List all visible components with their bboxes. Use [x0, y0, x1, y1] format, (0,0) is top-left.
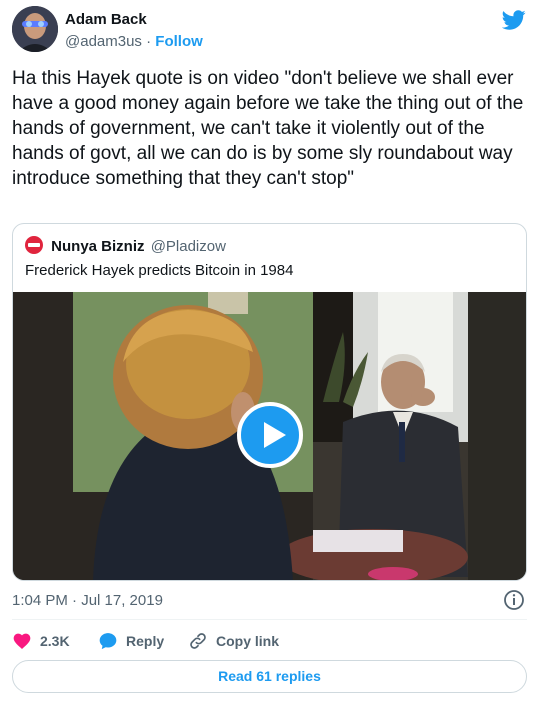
no-entry-icon — [25, 236, 43, 254]
read-replies-button[interactable]: Read 61 replies — [12, 660, 527, 693]
heart-icon — [13, 633, 31, 649]
tweet-text: Ha this Hayek quote is on video "don't b… — [12, 68, 524, 189]
quoted-author-name: Nunya Bizniz — [51, 238, 145, 255]
like-button[interactable]: 2.3K — [12, 629, 70, 653]
speech-bubble-icon — [99, 633, 117, 650]
handle-separator: · — [146, 33, 152, 50]
author-handle-row: @adam3us · Follow — [65, 33, 203, 50]
tweet-actions: 2.3K Reply Copy link — [12, 629, 527, 653]
divider — [12, 619, 527, 620]
reply-button[interactable]: Reply — [98, 629, 164, 653]
video-player[interactable] — [13, 292, 526, 580]
author-name[interactable]: Adam Back — [65, 11, 147, 28]
play-icon[interactable] — [237, 402, 303, 468]
twitter-bird-icon[interactable] — [502, 8, 526, 32]
copy-link-button[interactable]: Copy link — [188, 629, 279, 653]
tweet-timestamp[interactable]: 1:04 PM · Jul 17, 2019 — [12, 592, 163, 609]
reply-label: Reply — [126, 633, 165, 649]
author-handle[interactable]: @adam3us — [65, 33, 142, 50]
tweet-header: Adam Back @adam3us · Follow — [12, 6, 528, 58]
follow-button[interactable]: Follow — [155, 33, 203, 50]
quoted-tweet-header: Nunya Bizniz @Pladizow — [25, 236, 226, 256]
author-avatar[interactable] — [12, 6, 58, 52]
quoted-tweet-text: Frederick Hayek predicts Bitcoin in 1984 — [25, 262, 294, 279]
like-count: 2.3K — [40, 633, 70, 649]
link-icon — [190, 633, 206, 649]
info-icon[interactable] — [503, 589, 525, 611]
quoted-tweet[interactable]: Nunya Bizniz @Pladizow Frederick Hayek p… — [12, 223, 527, 581]
copy-link-label: Copy link — [216, 633, 280, 649]
quoted-author-handle: @Pladizow — [150, 238, 226, 255]
